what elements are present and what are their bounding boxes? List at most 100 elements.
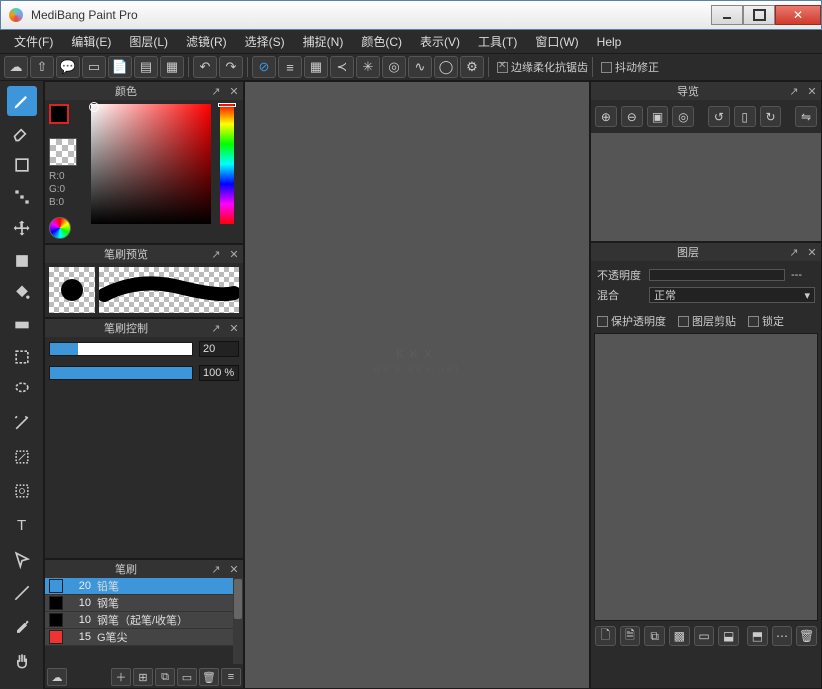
brush-size-slider[interactable] xyxy=(49,342,193,356)
tool-bucket[interactable] xyxy=(7,278,37,308)
brush-size-value[interactable]: 20 xyxy=(199,341,239,357)
brush-settings-icon[interactable]: ≡ xyxy=(221,668,241,686)
color-sv-picker[interactable] xyxy=(91,104,211,224)
tool-shape[interactable] xyxy=(7,150,37,180)
tool-lasso[interactable] xyxy=(7,374,37,404)
trash-icon[interactable]: 🗑 xyxy=(796,626,817,646)
menu-select[interactable]: 选择(S) xyxy=(237,31,293,52)
menu-tool[interactable]: 工具(T) xyxy=(470,31,525,52)
brush-list[interactable]: 20铅笔10钢笔10钢笔（起笔/收笔）15G笔尖 xyxy=(45,578,243,664)
close-icon[interactable]: ✕ xyxy=(806,246,818,258)
new-layer-icon[interactable]: 🗋 xyxy=(595,626,616,646)
mirror-icon[interactable]: ⇋ xyxy=(795,106,817,127)
layer-settings-icon[interactable]: ⬒ xyxy=(747,626,768,646)
maximize-button[interactable] xyxy=(743,5,775,25)
scrollbar[interactable] xyxy=(233,578,243,664)
menu-help[interactable]: Help xyxy=(589,33,630,51)
tool-brush[interactable] xyxy=(7,86,37,116)
trash-icon[interactable]: 🗑 xyxy=(199,668,219,686)
lock-checkbox[interactable]: 锁定 xyxy=(748,313,784,329)
undock-icon[interactable]: ↗ xyxy=(210,563,222,575)
zoom-out-icon[interactable]: ⊖ xyxy=(621,106,643,127)
folder-icon[interactable]: ▭ xyxy=(177,668,197,686)
snap-vanish-icon[interactable]: ≺ xyxy=(330,56,354,78)
layer-opacity-slider[interactable] xyxy=(649,269,785,281)
brush-item[interactable]: 10钢笔 xyxy=(45,595,243,612)
undock-icon[interactable]: ↗ xyxy=(788,85,800,97)
brush-opacity-slider[interactable] xyxy=(49,366,193,380)
folder-icon[interactable]: ▭ xyxy=(694,626,715,646)
more-icon[interactable]: ⋯ xyxy=(772,626,793,646)
cloud-icon[interactable]: ☁ xyxy=(4,56,28,78)
undock-icon[interactable]: ↗ xyxy=(210,85,222,97)
tool-select-eraser[interactable] xyxy=(7,476,37,506)
brush-item[interactable]: 20铅笔 xyxy=(45,578,243,595)
snap-radial-icon[interactable]: ✳ xyxy=(356,56,380,78)
tool-fill[interactable] xyxy=(7,246,37,276)
panel-icon[interactable]: ▤ xyxy=(134,56,158,78)
jitter-correction-checkbox[interactable]: 抖动修正 xyxy=(601,59,659,75)
brush-item[interactable]: 15G笔尖 xyxy=(45,629,243,646)
undock-icon[interactable]: ↗ xyxy=(788,246,800,258)
rotate-cw-icon[interactable]: ↻ xyxy=(760,106,782,127)
canvas[interactable]: KKXwww.kkx.net xyxy=(244,81,590,689)
close-button[interactable] xyxy=(775,5,821,25)
tool-gradient[interactable] xyxy=(7,310,37,340)
tool-divide[interactable] xyxy=(7,578,37,608)
menu-layer[interactable]: 图层(L) xyxy=(121,31,176,52)
zoom-in-icon[interactable]: ⊕ xyxy=(595,106,617,127)
add-group-icon[interactable]: ⊞ xyxy=(133,668,153,686)
flip-icon[interactable]: ▯ xyxy=(734,106,756,127)
share-icon[interactable]: ⇧ xyxy=(30,56,54,78)
minimize-button[interactable] xyxy=(711,5,743,25)
merge-down-icon[interactable]: ⬓ xyxy=(718,626,739,646)
tool-magic-wand[interactable] xyxy=(7,408,37,438)
tool-eyedropper[interactable] xyxy=(7,612,37,642)
tool-select-pen[interactable] xyxy=(7,442,37,472)
menu-view[interactable]: 表示(V) xyxy=(412,31,468,52)
close-icon[interactable]: ✕ xyxy=(228,563,240,575)
menu-edit[interactable]: 编辑(E) xyxy=(63,31,119,52)
close-icon[interactable]: ✕ xyxy=(228,85,240,97)
zoom-fit-icon[interactable]: ▣ xyxy=(647,106,669,127)
new-layer-menu-icon[interactable]: 🗎 xyxy=(620,626,641,646)
tool-move[interactable] xyxy=(7,214,37,244)
snap-ellipse-icon[interactable]: ◯ xyxy=(434,56,458,78)
duplicate-layer-icon[interactable]: ⧉ xyxy=(644,626,665,646)
clipping-checkbox[interactable]: 图层剪贴 xyxy=(678,313,736,329)
blend-mode-select[interactable]: 正常▾ xyxy=(649,287,815,303)
tool-operation[interactable] xyxy=(7,544,37,574)
add-brush-icon[interactable]: ＋ xyxy=(111,668,131,686)
cloud-brush-icon[interactable]: ☁ xyxy=(47,668,67,686)
message-icon[interactable]: ▭ xyxy=(82,56,106,78)
color-wheel-icon[interactable] xyxy=(49,217,71,239)
snap-curve-icon[interactable]: ∿ xyxy=(408,56,432,78)
menu-filter[interactable]: 滤镜(R) xyxy=(178,31,235,52)
snap-grid-icon[interactable]: ▦ xyxy=(304,56,328,78)
color-swatch[interactable] xyxy=(49,104,79,134)
rotate-ccw-icon[interactable]: ↺ xyxy=(708,106,730,127)
tool-select-rect[interactable] xyxy=(7,342,37,372)
tool-dot[interactable] xyxy=(7,182,37,212)
snap-focus-icon[interactable]: ◎ xyxy=(382,56,406,78)
mask-icon[interactable]: ▩ xyxy=(669,626,690,646)
comment-icon[interactable]: 💬 xyxy=(56,56,80,78)
antialias-checkbox[interactable]: 边缘柔化抗锯齿 xyxy=(497,59,588,75)
close-icon[interactable]: ✕ xyxy=(228,322,240,334)
snap-off-icon[interactable]: ⊘ xyxy=(252,56,276,78)
menu-file[interactable]: 文件(F) xyxy=(6,31,61,52)
redo-icon[interactable]: ↷ xyxy=(219,56,243,78)
tool-hand[interactable] xyxy=(7,646,37,676)
close-icon[interactable]: ✕ xyxy=(228,248,240,260)
brush-opacity-value[interactable]: 100 % xyxy=(199,365,239,381)
undock-icon[interactable]: ↗ xyxy=(210,248,222,260)
close-icon[interactable]: ✕ xyxy=(806,85,818,97)
snap-parallel-icon[interactable]: ≡ xyxy=(278,56,302,78)
navigator-view[interactable] xyxy=(591,133,821,241)
zoom-actual-icon[interactable]: ◎ xyxy=(672,106,694,127)
undo-icon[interactable]: ↶ xyxy=(193,56,217,78)
hue-slider[interactable] xyxy=(220,104,234,224)
snap-settings-icon[interactable]: ⚙ xyxy=(460,56,484,78)
menu-color[interactable]: 颜色(C) xyxy=(353,31,410,52)
tool-eraser[interactable] xyxy=(7,118,37,148)
